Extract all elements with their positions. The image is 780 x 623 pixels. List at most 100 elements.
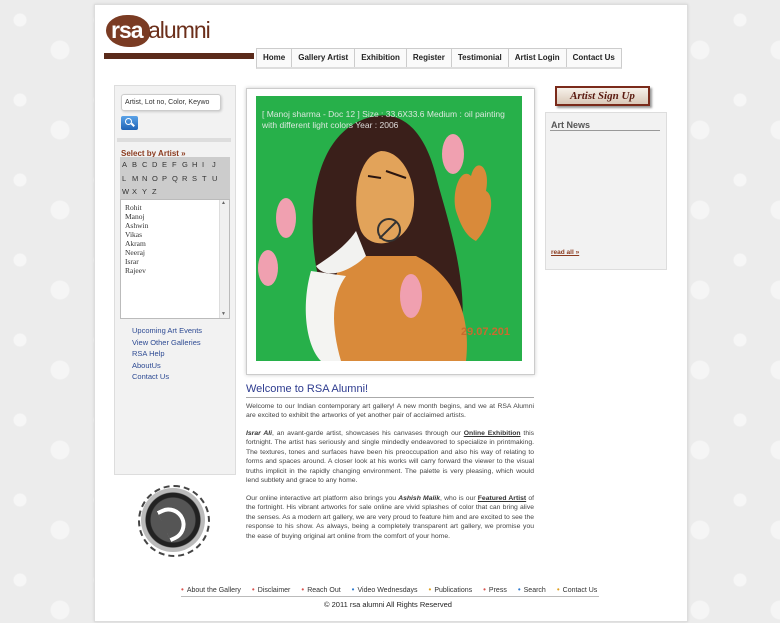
artist-name-ashish: Ashish Malik bbox=[398, 495, 441, 502]
nav-contact-us[interactable]: Contact Us bbox=[567, 49, 621, 67]
footer-label: Search bbox=[523, 587, 546, 594]
bullet-icon: • bbox=[351, 585, 355, 594]
letter-r[interactable]: R bbox=[182, 172, 192, 186]
letter-p[interactable]: P bbox=[162, 172, 172, 186]
footer-label: Publications bbox=[434, 587, 473, 594]
welcome-title: Welcome to RSA Alumni! bbox=[246, 383, 369, 395]
rotating-badge-icon[interactable] bbox=[138, 485, 210, 557]
listbox-scrollbar[interactable] bbox=[219, 200, 229, 318]
welcome-paragraph-2: Israr Ali, an avant-garde artist, showca… bbox=[246, 429, 534, 485]
letter-q[interactable]: Q bbox=[172, 172, 182, 186]
rsa-alumni-logo[interactable]: rsa alumni bbox=[106, 13, 211, 47]
letter-w[interactable]: W bbox=[122, 185, 132, 199]
footer-link-search[interactable]: • Search bbox=[518, 585, 546, 594]
nav-artist-login[interactable]: Artist Login bbox=[509, 49, 567, 67]
read-all-link[interactable]: read all » bbox=[551, 249, 579, 256]
artist-listbox[interactable]: Rohit Manoj Ashwin Vikas Akram Neeraj Is… bbox=[120, 199, 230, 319]
bullet-icon: • bbox=[181, 585, 184, 594]
bullet-icon: • bbox=[301, 585, 305, 594]
nav-register[interactable]: Register bbox=[407, 49, 452, 67]
list-item[interactable]: Akram bbox=[125, 239, 225, 248]
featured-artist-link[interactable]: Featured Artist bbox=[478, 495, 526, 502]
list-item[interactable]: Neeraj bbox=[125, 248, 225, 257]
footer-links: • About the Gallery • Disclaimer • Reach Ou… bbox=[181, 585, 608, 594]
list-item[interactable]: Ashwin bbox=[125, 221, 225, 230]
footer-divider bbox=[181, 596, 599, 597]
p2-text-b: this fortnight. The artist has seriously… bbox=[246, 430, 535, 485]
nav-gallery-artist[interactable]: Gallery Artist bbox=[292, 49, 356, 67]
painting-date: 29.07.201 bbox=[461, 326, 510, 338]
letter-b[interactable]: B bbox=[132, 158, 142, 172]
search-input[interactable]: Artist, Lot no, Color, Keywo bbox=[121, 94, 221, 111]
letter-o[interactable]: O bbox=[152, 172, 162, 186]
footer-link-publications[interactable]: • Publications bbox=[429, 585, 473, 594]
link-view-other-galleries[interactable]: View Other Galleries bbox=[132, 337, 202, 349]
letter-e[interactable]: E bbox=[162, 158, 172, 172]
bullet-icon: • bbox=[251, 585, 255, 594]
letter-z[interactable]: Z bbox=[152, 185, 162, 199]
letter-u[interactable]: U bbox=[212, 172, 222, 186]
online-exhibition-link[interactable]: Online Exhibition bbox=[464, 430, 521, 437]
alphabet-filter: A B C D E F G H I J L M N O P Q R S T U W X Y Z bbox=[120, 157, 230, 199]
footer-label: Video Wednesdays bbox=[357, 587, 418, 594]
art-news-panel bbox=[545, 112, 667, 270]
welcome-paragraph-1: Welcome to our Indian contemporary art g… bbox=[246, 403, 534, 420]
footer-label: Reach Out bbox=[307, 587, 341, 594]
letter-n[interactable]: N bbox=[142, 172, 152, 186]
magnifier-icon[interactable] bbox=[377, 218, 401, 242]
search-button[interactable] bbox=[121, 116, 138, 130]
footer-label: Disclaimer bbox=[257, 587, 291, 594]
artist-sign-up-button[interactable]: Artist Sign Up bbox=[555, 86, 650, 106]
artist-name-israr: Israr Ali bbox=[246, 430, 273, 437]
search-icon-handle bbox=[131, 122, 135, 127]
letter-j[interactable]: J bbox=[212, 158, 222, 172]
letter-s[interactable]: S bbox=[192, 172, 202, 186]
footer-link-reach-out[interactable]: • Reach Out bbox=[301, 585, 340, 594]
footer-label: About the Gallery bbox=[186, 587, 241, 594]
link-contact-us[interactable]: Contact Us bbox=[132, 371, 202, 383]
main-nav: Home Gallery Artist Exhibition Register … bbox=[256, 48, 622, 69]
footer-label: Contact Us bbox=[562, 587, 598, 594]
footer-link-video[interactable]: • Video Wednesdays bbox=[352, 585, 418, 594]
letter-c[interactable]: C bbox=[142, 158, 152, 172]
logo-text-rsa: rsa bbox=[111, 17, 144, 43]
letter-f[interactable]: F bbox=[172, 158, 182, 172]
bullet-icon: • bbox=[428, 585, 432, 594]
letter-m[interactable]: M bbox=[132, 172, 142, 186]
letter-i[interactable]: I bbox=[202, 158, 212, 172]
list-item[interactable]: Vikas bbox=[125, 230, 225, 239]
letter-h[interactable]: H bbox=[192, 158, 202, 172]
letter-g[interactable]: G bbox=[182, 158, 192, 172]
bullet-icon: • bbox=[517, 585, 521, 594]
letter-t[interactable]: T bbox=[202, 172, 212, 186]
copyright-text: © 2011 rsa alumni All Rights Reserved bbox=[324, 600, 452, 609]
letter-y[interactable]: Y bbox=[142, 185, 152, 199]
list-item[interactable]: Manoj bbox=[125, 212, 225, 221]
welcome-divider bbox=[246, 397, 534, 398]
p3-text-b: , who is our bbox=[440, 495, 478, 502]
nav-exhibition[interactable]: Exhibition bbox=[355, 49, 407, 67]
footer-link-contact[interactable]: • Contact Us bbox=[557, 585, 597, 594]
footer-link-disclaimer[interactable]: • Disclaimer bbox=[252, 585, 290, 594]
letter-a[interactable]: A bbox=[122, 158, 132, 172]
nav-accent-bar bbox=[104, 53, 254, 59]
footer-label: Press bbox=[488, 587, 507, 594]
sidebar-links: Upcoming Art Events View Other Galleries… bbox=[132, 325, 202, 383]
link-rsa-help[interactable]: RSA Help bbox=[132, 348, 202, 360]
bullet-icon: • bbox=[483, 585, 486, 594]
bullet-icon: • bbox=[556, 585, 560, 594]
letter-d[interactable]: D bbox=[152, 158, 162, 172]
list-item[interactable]: Rohit bbox=[125, 203, 225, 212]
letter-x[interactable]: X bbox=[132, 185, 142, 199]
list-item[interactable]: Israr bbox=[125, 257, 225, 266]
list-item[interactable]: Rajeev bbox=[125, 266, 225, 275]
nav-testimonial[interactable]: Testimonial bbox=[452, 49, 509, 67]
art-news-divider bbox=[550, 130, 660, 131]
logo-text-alumni: alumni bbox=[148, 17, 211, 43]
link-about-us[interactable]: AboutUs bbox=[132, 360, 202, 372]
nav-home[interactable]: Home bbox=[257, 49, 293, 67]
footer-link-about[interactable]: • About the Gallery bbox=[181, 585, 241, 594]
footer-link-press[interactable]: • Press bbox=[483, 585, 507, 594]
letter-l[interactable]: L bbox=[122, 172, 132, 186]
link-upcoming-art-events[interactable]: Upcoming Art Events bbox=[132, 325, 202, 337]
